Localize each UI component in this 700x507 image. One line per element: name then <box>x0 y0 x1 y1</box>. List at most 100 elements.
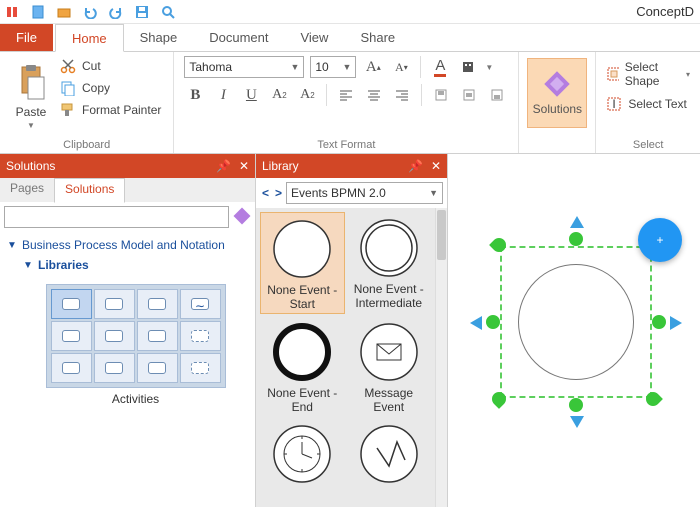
align-middle-button[interactable] <box>458 84 480 106</box>
subscript-button[interactable]: A2 <box>296 84 318 106</box>
ribbon-group-text-format: Tahoma▼ 10 ▼ A▴ A▾ A ▼ B I U A2 A2 <box>174 52 519 153</box>
lib-item-none-event-intermediate[interactable]: None Event - Intermediate <box>347 212 432 314</box>
thumb-item[interactable] <box>94 321 135 351</box>
library-panel-title: Library <box>262 159 299 173</box>
align-left-button[interactable] <box>335 84 357 106</box>
close-icon[interactable]: ✕ <box>431 159 441 173</box>
library-thumbnail-grid[interactable]: ∼ <box>46 284 226 388</box>
canvas[interactable]: + <box>448 154 700 507</box>
resize-handle[interactable] <box>566 395 586 415</box>
thumb-item[interactable] <box>94 353 135 383</box>
align-right-button[interactable] <box>391 84 413 106</box>
format-painter-button[interactable]: Format Painter <box>58 100 163 120</box>
tab-shape[interactable]: Shape <box>124 24 194 51</box>
grow-font-button[interactable]: A▴ <box>362 56 384 78</box>
selected-shape[interactable] <box>488 234 664 410</box>
pin-icon[interactable]: 📌 <box>408 159 423 173</box>
connection-arrow-left[interactable] <box>470 316 482 330</box>
thumb-item[interactable] <box>180 353 221 383</box>
library-panel: Library 📌 ✕ < > Events BPMN 2.0 ▼ None E… <box>256 154 448 507</box>
tree-item-bpmn[interactable]: ▼ Business Process Model and Notation <box>6 236 249 256</box>
svg-text:I: I <box>613 97 616 111</box>
font-value: Tahoma <box>189 60 232 74</box>
solutions-button[interactable]: Solutions <box>527 58 587 128</box>
thumb-item[interactable] <box>94 289 135 319</box>
tab-view[interactable]: View <box>284 24 344 51</box>
align-top-button[interactable] <box>430 84 452 106</box>
library-selector[interactable]: Events BPMN 2.0 ▼ <box>286 182 443 204</box>
thumb-item[interactable] <box>51 321 92 351</box>
lib-item-timer-event[interactable] <box>260 418 345 507</box>
tab-file[interactable]: File <box>0 24 53 51</box>
save-icon[interactable] <box>134 4 150 20</box>
undo-icon[interactable] <box>82 4 98 20</box>
menu-tabs: File Home Shape Document View Share <box>0 24 700 52</box>
thumb-item[interactable] <box>180 321 221 351</box>
solutions-search-input[interactable] <box>4 206 229 228</box>
highlight-button[interactable] <box>457 56 479 78</box>
italic-button[interactable]: I <box>212 84 234 106</box>
underline-button[interactable]: U <box>240 84 262 106</box>
pin-icon[interactable]: 📌 <box>216 159 231 173</box>
font-color-button[interactable]: A <box>429 56 451 78</box>
connection-arrow-down[interactable] <box>570 416 584 428</box>
zoom-icon[interactable] <box>160 4 176 20</box>
resize-handle[interactable] <box>649 312 669 332</box>
lib-prev-button[interactable]: < <box>260 186 271 200</box>
lib-next-button[interactable]: > <box>273 186 284 200</box>
library-scrollbar[interactable] <box>435 208 447 507</box>
redo-icon[interactable] <box>108 4 124 20</box>
thumb-item[interactable] <box>51 353 92 383</box>
tab-home[interactable]: Home <box>55 24 124 52</box>
shape-circle[interactable] <box>518 264 634 380</box>
shrink-font-button[interactable]: A▾ <box>390 56 412 78</box>
chevron-down-icon: ▾ <box>686 70 690 79</box>
close-icon[interactable]: ✕ <box>239 159 249 173</box>
chevron-down-icon: ▼ <box>342 62 351 72</box>
open-icon[interactable] <box>56 4 72 20</box>
tab-solutions[interactable]: Solutions <box>54 178 125 203</box>
align-bottom-button[interactable] <box>486 84 508 106</box>
lib-item-none-event-end[interactable]: None Event - End <box>260 316 345 416</box>
separator <box>420 56 421 78</box>
select-text-button[interactable]: I Select Text <box>606 94 686 114</box>
connection-arrow-right[interactable] <box>670 316 682 330</box>
add-button[interactable]: + <box>638 218 682 262</box>
new-icon[interactable] <box>30 4 46 20</box>
thumb-item[interactable] <box>137 289 178 319</box>
font-combo[interactable]: Tahoma▼ <box>184 56 304 78</box>
chevron-down-icon[interactable]: ▼ <box>485 63 493 72</box>
lib-item-message-event[interactable]: Message Event <box>347 316 432 416</box>
lib-item-none-event-start[interactable]: None Event - Start <box>260 212 345 314</box>
thumb-item[interactable] <box>51 289 92 319</box>
font-size-combo[interactable]: 10 ▼ <box>310 56 356 78</box>
thumb-item[interactable]: ∼ <box>180 289 221 319</box>
format-painter-label: Format Painter <box>82 103 161 117</box>
app-title: ConceptD <box>636 4 694 19</box>
bold-button[interactable]: B <box>184 84 206 106</box>
size-value: 10 <box>315 60 328 74</box>
tree-item-libraries[interactable]: ▼ Libraries <box>22 256 249 274</box>
thumb-item[interactable] <box>137 353 178 383</box>
align-center-button[interactable] <box>363 84 385 106</box>
solutions-panel-tabs: Pages Solutions <box>0 178 255 202</box>
solutions-label: Solutions <box>533 102 582 116</box>
collapse-icon[interactable]: ▼ <box>6 240 18 251</box>
lib-item-signal-event[interactable] <box>347 418 432 507</box>
tab-share[interactable]: Share <box>344 24 411 51</box>
text-format-group-title: Text Format <box>317 137 375 151</box>
clipboard-group-title: Clipboard <box>63 137 110 151</box>
select-shape-button[interactable]: Select Shape ▾ <box>606 58 690 90</box>
superscript-button[interactable]: A2 <box>268 84 290 106</box>
copy-button[interactable]: Copy <box>58 78 163 98</box>
connection-arrow-up[interactable] <box>570 216 584 228</box>
collapse-icon[interactable]: ▼ <box>22 260 34 271</box>
tab-pages[interactable]: Pages <box>0 178 54 202</box>
solutions-icon[interactable] <box>233 207 251 228</box>
paste-button[interactable]: Paste ▼ <box>10 56 52 130</box>
tab-document[interactable]: Document <box>193 24 284 51</box>
solutions-panel-title: Solutions <box>6 159 55 173</box>
tree-label: Business Process Model and Notation <box>22 238 225 254</box>
thumb-item[interactable] <box>137 321 178 351</box>
cut-button[interactable]: Cut <box>58 56 163 76</box>
